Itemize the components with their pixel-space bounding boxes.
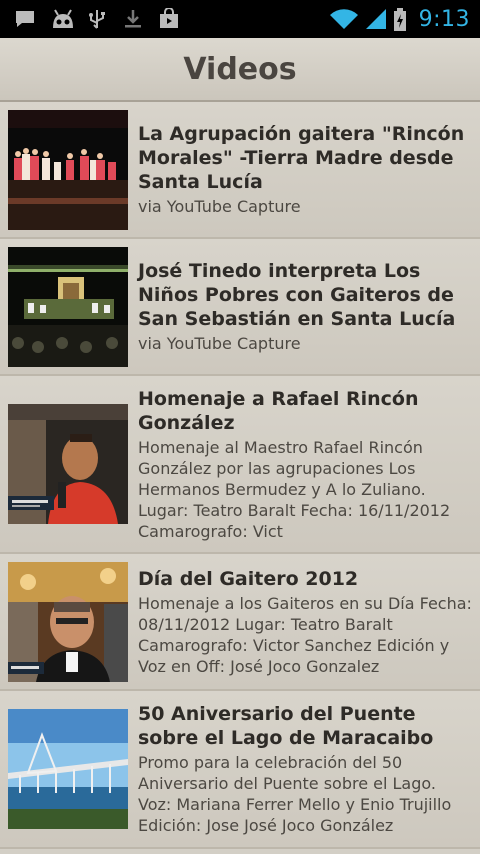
video-title: Día del Gaitero 2012 [138, 567, 359, 590]
video-description: Promo para la celebración del 50 Anivers… [138, 753, 452, 835]
video-thumbnail[interactable] [8, 246, 128, 367]
video-item[interactable]: José Tinedo interpreta Los Niños Pobres … [0, 239, 480, 376]
video-text: Homenaje a Rafael Rincón González Homena… [128, 387, 472, 542]
video-title: José Tinedo interpreta Los Niños Pobres … [138, 260, 456, 330]
video-item[interactable]: Homenaje a Rafael Rincón González Homena… [0, 376, 480, 554]
video-item[interactable]: La Agrupación gaitera "Rincón Morales" -… [0, 102, 480, 239]
status-bar: 9:13 [0, 0, 480, 38]
video-thumbnail[interactable] [8, 561, 128, 682]
video-thumbnail[interactable] [8, 709, 128, 829]
video-thumbnail[interactable] [8, 109, 128, 230]
status-time: 9:13 [418, 6, 470, 32]
video-item[interactable]: Día del Gaitero 2012 Homenaje a los Gait… [0, 554, 480, 691]
video-title: Homenaje a Rafael Rincón González [138, 387, 419, 434]
download-icon [122, 8, 144, 30]
app-header: Videos [0, 38, 480, 102]
page-title: Videos [183, 51, 297, 87]
video-title: 50 Aniversario del Puente sobre el Lago … [138, 703, 434, 749]
video-list[interactable]: La Agrupación gaitera "Rincón Morales" -… [0, 102, 480, 849]
video-text: La Agrupación gaitera "Rincón Morales" -… [128, 122, 472, 217]
video-description: via YouTube Capture [138, 197, 301, 216]
video-description: Homenaje al Maestro Rafael Rincón Gonzál… [138, 437, 451, 541]
video-item[interactable]: 50 Aniversario del Puente sobre el Lago … [0, 691, 480, 849]
battery-icon [393, 8, 407, 31]
video-description: via YouTube Capture [138, 334, 301, 353]
wifi-icon [329, 8, 359, 30]
video-text: 50 Aniversario del Puente sobre el Lago … [128, 702, 472, 836]
signal-icon [365, 8, 387, 30]
usb-icon [86, 8, 108, 30]
video-text: José Tinedo interpreta Los Niños Pobres … [128, 259, 472, 354]
android-icon [50, 8, 73, 30]
video-description: Homenaje a los Gaiteros en su Día Fecha:… [138, 593, 472, 676]
chat-icon [14, 8, 36, 30]
video-text: Día del Gaitero 2012 Homenaje a los Gait… [128, 567, 472, 677]
shop-icon [158, 7, 180, 30]
video-thumbnail[interactable] [8, 404, 128, 524]
video-title: La Agrupación gaitera "Rincón Morales" -… [138, 123, 465, 193]
